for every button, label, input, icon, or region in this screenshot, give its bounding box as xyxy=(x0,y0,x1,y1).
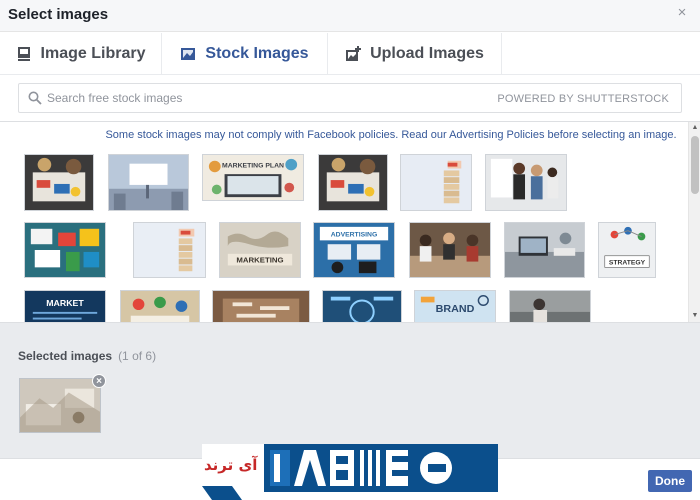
close-icon[interactable]: × xyxy=(674,5,690,21)
stock-image-thumbnail[interactable]: BRAND xyxy=(414,290,496,322)
watermark-text-block: آی ترند xyxy=(202,444,264,500)
search-icon xyxy=(28,91,42,105)
watermark-banner: .com xyxy=(264,444,563,492)
thumbnail-caption: BRAND xyxy=(436,303,475,315)
stock-image-thumbnail[interactable] xyxy=(108,154,189,211)
stock-image-thumbnail[interactable]: MARKETING xyxy=(219,222,301,278)
thumbnail-caption: MARKETING xyxy=(236,256,283,265)
selected-count: (1 of 6) xyxy=(118,349,157,363)
tab-label: Image Library xyxy=(40,45,146,62)
watermark-com-text: .com xyxy=(526,460,563,478)
stock-image-thumbnail[interactable] xyxy=(485,154,567,211)
thumbnail-caption: MARKETING PLAN xyxy=(222,163,284,170)
thumbnail-caption: ADVERTISING xyxy=(331,232,378,239)
selected-images-panel: Selected images (1 of 6) × xyxy=(0,322,700,458)
selected-images-label: Selected images xyxy=(18,349,113,363)
search-box: POWERED BY SHUTTERSTOCK xyxy=(18,83,682,113)
stock-image-thumbnail[interactable] xyxy=(509,290,591,322)
tab-upload-images[interactable]: Upload Images xyxy=(328,33,502,75)
thumbnail-caption: STRATEGY xyxy=(609,259,646,266)
tab-label: Stock Images xyxy=(205,45,309,62)
stock-image-thumbnail[interactable] xyxy=(24,154,94,211)
remove-selected-image-button[interactable]: × xyxy=(92,374,106,388)
upload-images-icon xyxy=(346,46,362,61)
stock-image-thumbnail[interactable]: STRATEGY xyxy=(598,222,656,278)
stock-image-grid: Some stock images may not comply with Fa… xyxy=(0,122,700,322)
done-button[interactable]: Done xyxy=(648,470,692,492)
stock-image-thumbnail[interactable]: MARKETING PLAN xyxy=(202,154,304,201)
tab-image-library[interactable]: Image Library xyxy=(0,33,162,75)
stock-image-thumbnail[interactable] xyxy=(133,222,206,278)
policy-note[interactable]: Some stock images may not comply with Fa… xyxy=(0,129,700,141)
stock-image-thumbnail[interactable]: MARKET xyxy=(24,290,106,322)
image-source-tabs: Image Library Stock Images Upload Images xyxy=(0,33,700,75)
stock-image-thumbnail[interactable] xyxy=(212,290,310,322)
watermark-fa-text: آی ترند xyxy=(204,456,258,474)
watermark-letters-icon xyxy=(270,450,452,486)
image-library-icon xyxy=(17,47,30,61)
stock-image-thumbnail[interactable] xyxy=(24,222,106,278)
watermark-swoosh-icon xyxy=(202,486,242,500)
stock-image-thumbnail[interactable] xyxy=(400,154,472,211)
stock-image-thumbnail[interactable]: ADVERTISING xyxy=(313,222,395,278)
scroll-down-icon[interactable]: ▼ xyxy=(689,310,700,322)
search-input[interactable] xyxy=(47,85,487,111)
scroll-thumb[interactable] xyxy=(691,136,699,194)
tab-label: Upload Images xyxy=(370,45,484,62)
thumbnail-caption: MARKET xyxy=(46,298,84,308)
stock-image-thumbnail[interactable] xyxy=(409,222,491,278)
scroll-up-icon[interactable]: ▲ xyxy=(689,122,700,134)
stock-image-thumbnail[interactable] xyxy=(504,222,585,278)
stock-image-thumbnail[interactable] xyxy=(120,290,200,322)
tabs-divider xyxy=(0,74,700,75)
dialog-header: Select images × xyxy=(0,0,700,32)
dialog-title: Select images xyxy=(8,6,109,23)
selected-image-thumbnail[interactable] xyxy=(19,378,101,433)
grid-scrollbar[interactable]: ▲ ▼ xyxy=(688,122,700,322)
stock-image-thumbnail[interactable] xyxy=(318,154,388,211)
selected-images-title: Selected images (1 of 6) xyxy=(18,349,156,363)
tab-stock-images[interactable]: Stock Images xyxy=(162,33,328,75)
stock-images-icon xyxy=(181,48,196,60)
stock-image-thumbnail[interactable] xyxy=(322,290,402,322)
watermark-logo: آی ترند .com xyxy=(202,444,563,500)
powered-by-label: POWERED BY SHUTTERSTOCK xyxy=(497,93,669,105)
